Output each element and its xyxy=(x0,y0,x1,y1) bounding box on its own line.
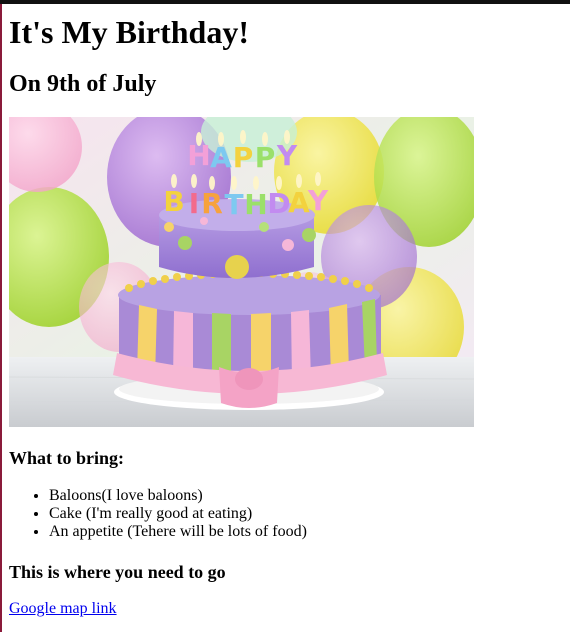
candle-letter: D xyxy=(267,187,290,220)
candle-letter: R xyxy=(201,187,223,220)
candle-letter: B xyxy=(163,185,184,218)
what-to-bring-heading: What to bring: xyxy=(9,448,125,468)
candle-letter: P xyxy=(233,141,254,174)
page-title: It's My Birthday! xyxy=(9,14,249,50)
page-subtitle: On 9th of July xyxy=(9,71,157,97)
window-top-bar xyxy=(0,0,570,4)
bring-list: Baloons(I love baloons) Cake (I'm really… xyxy=(9,487,307,541)
window-left-edge xyxy=(0,4,2,632)
list-item: Cake (I'm really good at eating) xyxy=(49,505,307,523)
candle-letter: H xyxy=(244,188,267,221)
list-item: An appetite (Tehere will be lots of food… xyxy=(49,523,307,541)
candle-letter: I xyxy=(189,187,199,220)
candle-letter: Y xyxy=(307,184,329,217)
birthday-cake-image: H A P P Y B I R T H D A Y xyxy=(9,117,474,427)
location-heading: This is where you need to go xyxy=(9,562,226,582)
candle-letter: T xyxy=(224,188,243,221)
candle-letter: A xyxy=(288,186,310,219)
google-map-link[interactable]: Google map link xyxy=(9,599,117,619)
list-item: Baloons(I love baloons) xyxy=(49,487,307,505)
